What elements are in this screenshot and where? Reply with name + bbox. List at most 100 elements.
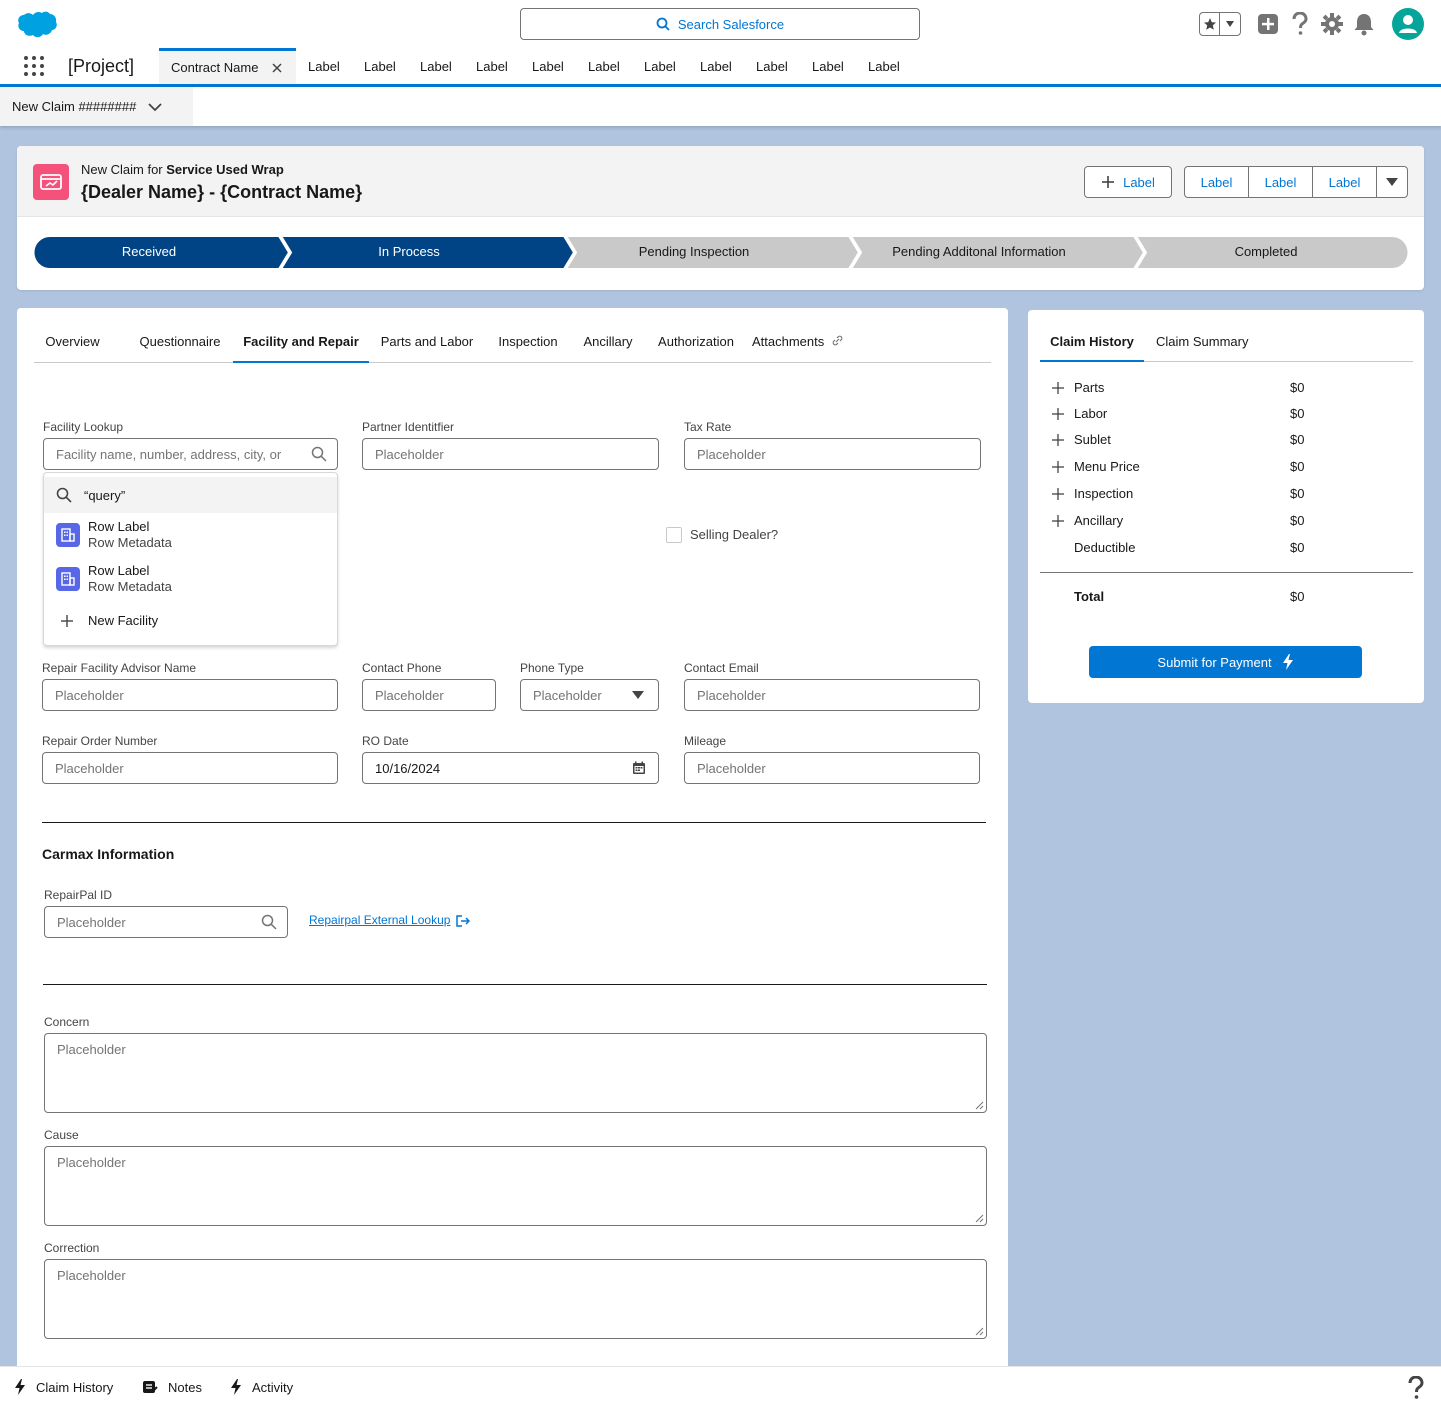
tax-rate-input[interactable]: Placeholder <box>684 438 981 470</box>
chevron-down-icon[interactable] <box>148 102 162 112</box>
submit-button-label: Submit for Payment <box>1157 654 1272 670</box>
tab-questionnaire[interactable]: Questionnaire <box>129 322 231 363</box>
nav-tab-contract-name[interactable]: Contract Name <box>159 48 296 84</box>
summary-row[interactable]: Inspection $0 <box>1052 486 1312 506</box>
mileage-input[interactable]: Placeholder <box>684 752 980 784</box>
action-button-2[interactable]: Label <box>1249 167 1313 197</box>
phone-type-select[interactable]: Placeholder <box>520 679 659 711</box>
contact-email-input[interactable]: Placeholder <box>684 679 980 711</box>
external-link-icon[interactable] <box>456 915 470 927</box>
path-stage-pending-info[interactable]: Pending Additonal Information <box>834 244 1124 259</box>
record-header-top: New Claim for Service Used Wrap {Dealer … <box>17 146 1424 217</box>
nav-item[interactable]: Label <box>476 59 508 74</box>
more-actions-button[interactable] <box>1377 167 1407 197</box>
new-facility-option[interactable]: New Facility <box>56 613 158 628</box>
summary-row[interactable]: Ancillary $0 <box>1052 513 1312 533</box>
dropdown-option[interactable]: Row Label Row Metadata <box>56 519 172 551</box>
expand-plus-icon[interactable] <box>1052 461 1064 473</box>
claim-record-icon <box>33 164 69 200</box>
star-icon[interactable] <box>1200 13 1220 35</box>
global-header: Search Salesforce <box>0 0 1441 48</box>
tab-facility-and-repair[interactable]: Facility and Repair <box>233 322 369 363</box>
tab-authorization[interactable]: Authorization <box>648 322 744 363</box>
action-button-3[interactable]: Label <box>1313 167 1377 197</box>
correction-textarea[interactable]: Placeholder <box>44 1259 987 1339</box>
tab-parts-and-labor[interactable]: Parts and Labor <box>373 322 481 363</box>
expand-plus-icon[interactable] <box>1052 434 1064 446</box>
app-launcher-icon[interactable] <box>24 56 44 76</box>
new-label-button[interactable]: Label <box>1084 166 1172 198</box>
salesforce-logo[interactable] <box>16 10 58 40</box>
path-stage-completed[interactable]: Completed <box>1124 244 1408 259</box>
dropdown-option-metadata: Row Metadata <box>88 579 172 594</box>
path-stage-pending-inspection[interactable]: Pending Inspection <box>549 244 839 259</box>
expand-plus-icon[interactable] <box>1052 515 1064 527</box>
close-tab-icon[interactable] <box>272 62 282 73</box>
dropdown-option-label: Row Label <box>88 563 150 578</box>
selling-dealer-checkbox[interactable] <box>666 527 682 543</box>
facility-lookup-input[interactable]: Facility name, number, address, city, or <box>43 438 338 470</box>
expand-plus-icon[interactable] <box>1052 408 1064 420</box>
user-avatar-icon[interactable] <box>1392 8 1424 40</box>
advisor-name-input[interactable]: Placeholder <box>42 679 338 711</box>
tab-ancillary[interactable]: Ancillary <box>574 322 642 363</box>
tab-inspection[interactable]: Inspection <box>489 322 567 363</box>
utility-notes[interactable]: Notes <box>142 1379 202 1395</box>
ro-date-input[interactable]: 10/16/2024 <box>362 752 659 784</box>
resize-handle-icon[interactable] <box>974 1326 984 1336</box>
help-icon[interactable] <box>1290 12 1310 36</box>
resize-handle-icon[interactable] <box>974 1100 984 1110</box>
resize-handle-icon[interactable] <box>974 1213 984 1223</box>
expand-plus-icon[interactable] <box>1052 382 1064 394</box>
summary-row[interactable]: Labor $0 <box>1052 406 1312 426</box>
summary-row[interactable]: Menu Price $0 <box>1052 459 1312 479</box>
repairpal-external-link[interactable]: Repairpal External Lookup <box>309 913 450 927</box>
expand-plus-icon[interactable] <box>1052 488 1064 500</box>
summary-row[interactable]: Parts $0 <box>1052 380 1312 400</box>
cause-textarea[interactable]: Placeholder <box>44 1146 987 1226</box>
submit-for-payment-button[interactable]: Submit for Payment <box>1089 646 1362 678</box>
notes-icon <box>143 1381 158 1393</box>
nav-item[interactable]: Label <box>868 59 900 74</box>
claim-tabs: Overview Questionnaire Facility and Repa… <box>34 322 991 363</box>
calendar-icon[interactable] <box>632 761 646 775</box>
summary-row-label: Parts <box>1074 380 1105 395</box>
dropdown-option[interactable]: Row Label Row Metadata <box>56 563 172 595</box>
nav-item[interactable]: Label <box>532 59 564 74</box>
nav-item[interactable]: Label <box>756 59 788 74</box>
tab-claim-summary[interactable]: Claim Summary <box>1156 322 1260 362</box>
tab-attachments[interactable]: Attachments <box>752 322 850 363</box>
favorites-chevron-icon[interactable] <box>1220 13 1240 35</box>
notifications-bell-icon[interactable] <box>1353 12 1375 36</box>
contact-phone-input[interactable]: Placeholder <box>362 679 496 711</box>
repair-order-input[interactable]: Placeholder <box>42 752 338 784</box>
path-stage-received[interactable]: Received <box>34 244 264 259</box>
repairpal-id-input[interactable]: Placeholder <box>44 906 288 938</box>
nav-item[interactable]: Label <box>308 59 340 74</box>
nav-item[interactable]: Label <box>644 59 676 74</box>
utility-claim-history[interactable]: Claim History <box>14 1379 113 1395</box>
tab-overview[interactable]: Overview <box>34 322 111 363</box>
nav-item[interactable]: Label <box>364 59 396 74</box>
utility-item-label: Activity <box>252 1379 294 1395</box>
nav-item[interactable]: Label <box>700 59 732 74</box>
tab-claim-history[interactable]: Claim History <box>1040 322 1144 362</box>
action-button-1[interactable]: Label <box>1185 167 1249 197</box>
summary-row[interactable]: Sublet $0 <box>1052 432 1312 452</box>
setup-gear-icon[interactable] <box>1321 13 1343 35</box>
record-subtitle-prefix: New Claim for <box>81 162 167 177</box>
new-facility-label: New Facility <box>88 613 159 628</box>
help-icon[interactable] <box>1407 1376 1425 1400</box>
nav-item[interactable]: Label <box>812 59 844 74</box>
favorites-button[interactable] <box>1199 12 1241 36</box>
global-search[interactable]: Search Salesforce <box>520 8 920 40</box>
concern-textarea[interactable]: Placeholder <box>44 1033 987 1113</box>
nav-item[interactable]: Label <box>420 59 452 74</box>
partner-identifier-input[interactable]: Placeholder <box>362 438 659 470</box>
nav-item[interactable]: Label <box>588 59 620 74</box>
subtab-new-claim[interactable]: New Claim ######## <box>0 87 193 126</box>
dropdown-search-query-row[interactable]: “query” <box>44 477 337 513</box>
path-stage-in-process[interactable]: In Process <box>264 244 554 259</box>
utility-activity[interactable]: Activity <box>230 1379 293 1395</box>
global-add-icon[interactable] <box>1257 13 1279 35</box>
